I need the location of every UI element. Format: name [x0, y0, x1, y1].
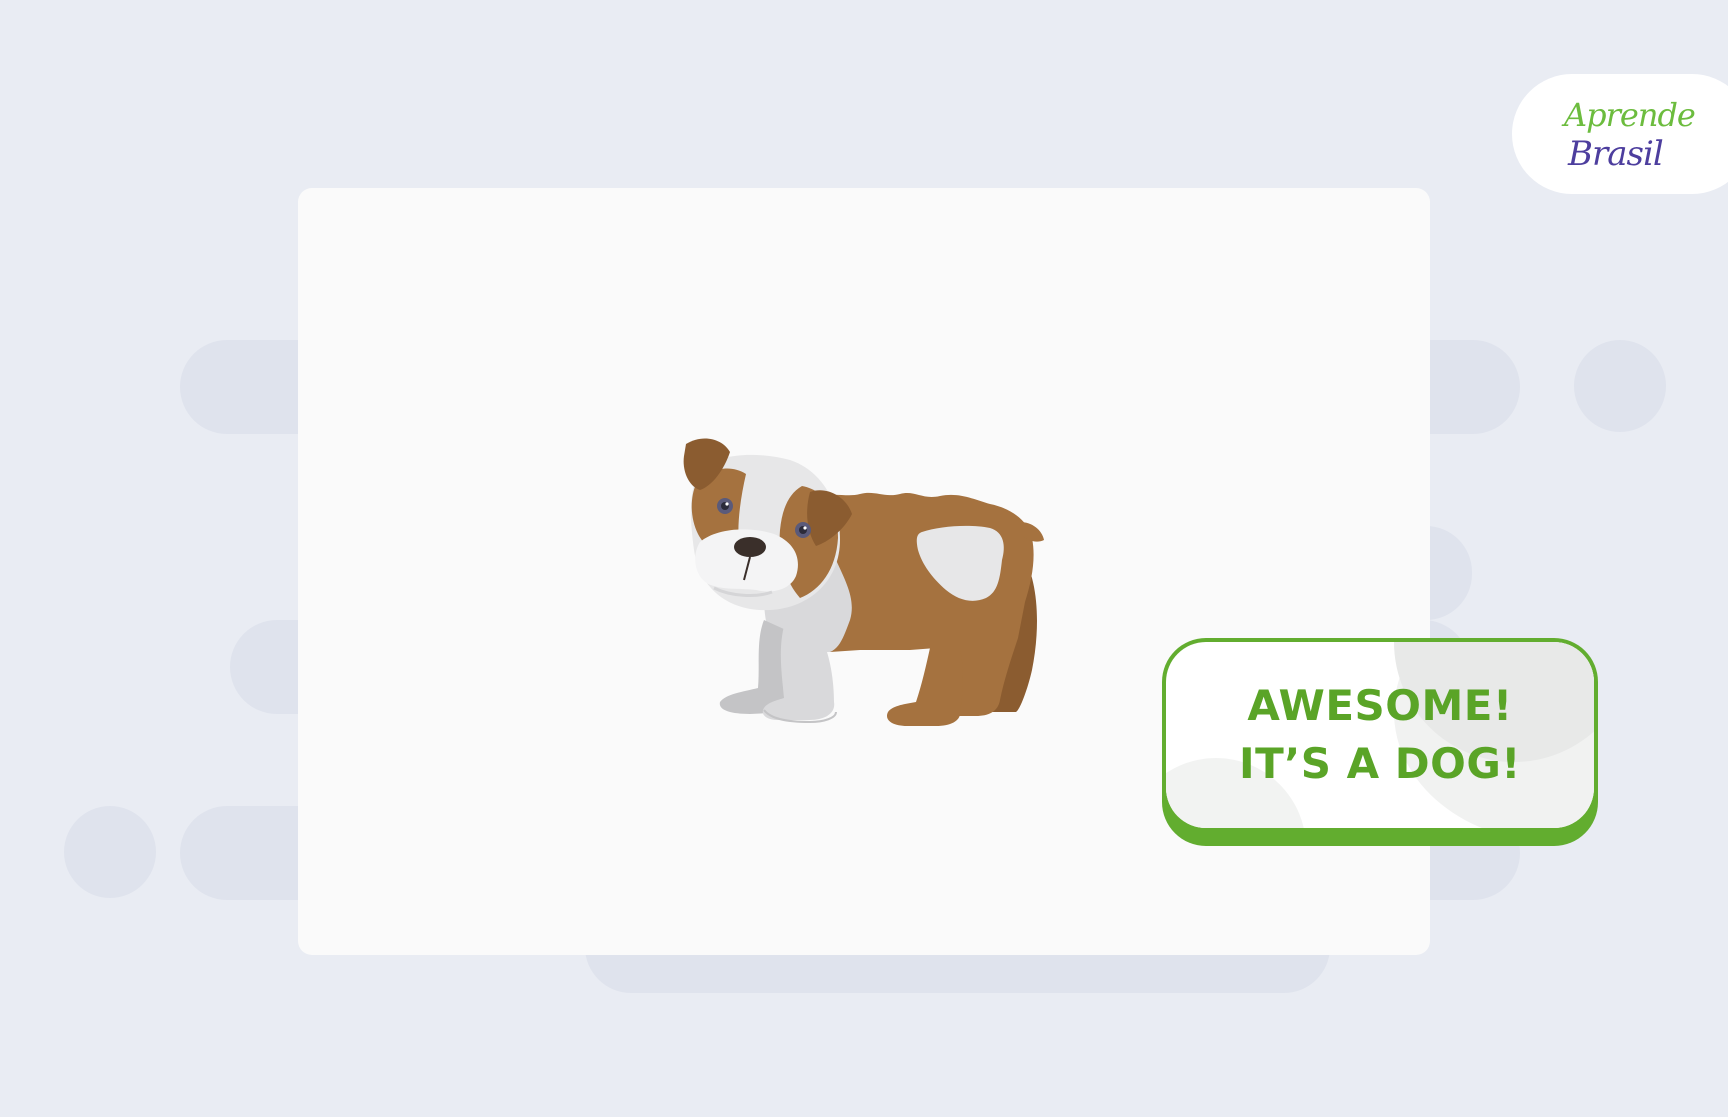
result-badge-inner: AWESOME! IT’S A DOG! — [1166, 642, 1594, 828]
logo-text-line-2: Brasil — [1568, 134, 1664, 174]
result-line-2: IT’S A DOG! — [1239, 739, 1521, 788]
result-badge: AWESOME! IT’S A DOG! — [1162, 638, 1598, 846]
screen: AWESOME! IT’S A DOG! Aprende Brasil — [0, 0, 1728, 1117]
brand-logo: Aprende Brasil — [1512, 74, 1728, 194]
bg-dot — [64, 806, 156, 898]
dog-illustration — [683, 438, 1044, 726]
logo-text-line-1: Aprende — [1564, 96, 1696, 134]
bg-dot — [1574, 340, 1666, 432]
result-line-1: AWESOME! — [1247, 681, 1513, 730]
